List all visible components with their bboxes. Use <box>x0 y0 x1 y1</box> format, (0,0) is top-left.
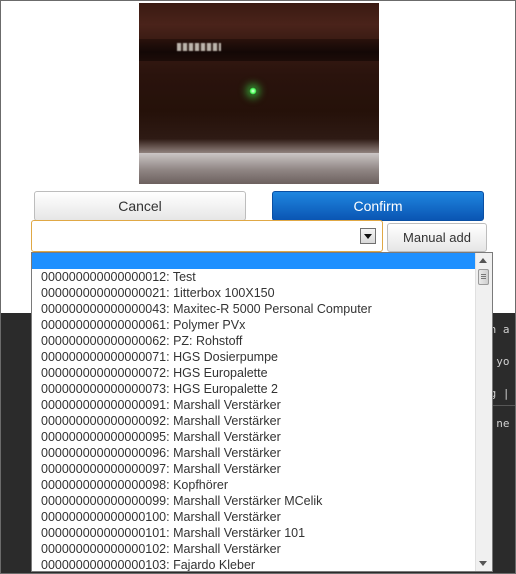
dropdown-option[interactable]: 000000000000000091: Marshall Verstärker <box>41 397 477 413</box>
manual-add-button[interactable]: Manual add <box>387 223 487 252</box>
scroll-thumb[interactable] <box>478 269 489 285</box>
dropdown-options: 000000000000000012: Test 0000000000000000… <box>41 269 477 571</box>
dropdown-option[interactable]: 000000000000000012: Test <box>41 269 477 285</box>
dropdown-option[interactable]: 000000000000000062: PZ: Rohstoff <box>41 333 477 349</box>
dropdown-scrollbar[interactable] <box>475 253 492 571</box>
dropdown-option[interactable]: 000000000000000102: Marshall Verstärker <box>41 541 477 557</box>
dropdown-option[interactable]: 000000000000000071: HGS Dosierpumpe <box>41 349 477 365</box>
dropdown-option[interactable]: 000000000000000073: HGS Europalette 2 <box>41 381 477 397</box>
camera-preview <box>139 3 379 184</box>
dialog-frame: ch a p yo pg | s ne Cancel Confirm Manua… <box>0 0 516 574</box>
dropdown-option[interactable]: 000000000000000043: Maxitec-R 5000 Perso… <box>41 301 477 317</box>
chevron-down-icon[interactable] <box>360 228 376 244</box>
dropdown-option[interactable]: 000000000000000099: Marshall Verstärker … <box>41 493 477 509</box>
dropdown-option[interactable]: 000000000000000092: Marshall Verstärker <box>41 413 477 429</box>
dropdown-option[interactable]: 000000000000000096: Marshall Verstärker <box>41 445 477 461</box>
camera-floor <box>139 153 379 184</box>
scroll-up-icon[interactable] <box>479 258 487 263</box>
item-select-combobox[interactable] <box>31 220 383 252</box>
dropdown-option[interactable]: 000000000000000103: Fajardo Kleber <box>41 557 477 571</box>
camera-led-strip <box>177 43 221 51</box>
cancel-button[interactable]: Cancel <box>34 191 246 221</box>
dropdown-option[interactable]: 000000000000000061: Polymer PVx <box>41 317 477 333</box>
camera-device-band <box>139 39 379 61</box>
item-dropdown-list[interactable]: 000000000000000012: Test 0000000000000000… <box>31 252 493 572</box>
scroll-down-icon[interactable] <box>479 561 487 566</box>
dropdown-option[interactable]: 000000000000000101: Marshall Verstärker … <box>41 525 477 541</box>
dropdown-option[interactable]: 000000000000000095: Marshall Verstärker <box>41 429 477 445</box>
confirm-button[interactable]: Confirm <box>272 191 484 221</box>
highlighted-empty-option[interactable] <box>32 253 477 269</box>
dropdown-option[interactable]: 000000000000000097: Marshall Verstärker <box>41 461 477 477</box>
dropdown-option[interactable]: 000000000000000072: HGS Europalette <box>41 365 477 381</box>
dropdown-option[interactable]: 000000000000000100: Marshall Verstärker <box>41 509 477 525</box>
camera-green-light <box>249 87 257 95</box>
dropdown-option[interactable]: 000000000000000098: Kopfhörer <box>41 477 477 493</box>
dropdown-option[interactable]: 000000000000000021: 1itterbox 100X150 <box>41 285 477 301</box>
